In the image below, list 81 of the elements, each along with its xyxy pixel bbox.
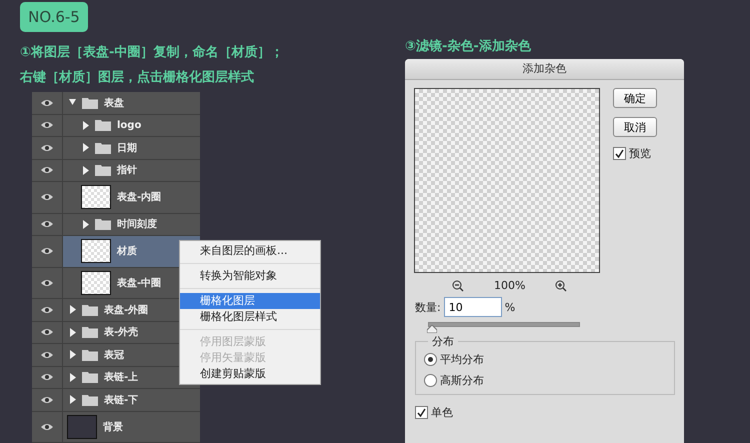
checkbox[interactable] xyxy=(415,406,428,419)
folder-icon xyxy=(82,96,98,109)
layer-thumbnail xyxy=(81,270,111,295)
expand-caret-icon[interactable] xyxy=(69,305,76,314)
eye-icon[interactable] xyxy=(41,166,53,174)
monochrome-checkbox[interactable]: 单色 xyxy=(415,405,684,420)
folder-icon xyxy=(82,304,98,316)
layer-name: 表链-上 xyxy=(104,370,138,384)
unit-label: % xyxy=(504,300,516,314)
radio-option[interactable]: 高斯分布 xyxy=(424,373,666,388)
expand-caret-icon[interactable] xyxy=(69,395,76,404)
expand-caret-icon[interactable] xyxy=(82,166,89,175)
folder-icon xyxy=(95,164,111,176)
zoom-in-icon[interactable] xyxy=(555,280,568,292)
expand-caret-icon[interactable] xyxy=(82,143,89,152)
step-badge: NO.6-5 xyxy=(20,2,88,32)
expand-caret-icon[interactable] xyxy=(69,350,76,360)
dialog-button[interactable]: 确定 xyxy=(613,88,657,108)
eye-icon[interactable] xyxy=(41,98,53,107)
layer-thumbnail xyxy=(67,414,97,439)
checkbox[interactable] xyxy=(613,147,626,160)
dialog-button[interactable]: 取消 xyxy=(613,117,657,137)
layer-row[interactable]: 表链-下 xyxy=(32,389,200,412)
expand-caret-icon[interactable] xyxy=(69,98,76,108)
layer-row[interactable]: 背景 xyxy=(32,412,200,443)
layer-row[interactable]: 指针 xyxy=(32,160,200,182)
layer-name: 表链-下 xyxy=(104,394,138,407)
step-text: ①将图层［表盘-中圈］复制，命名［材质］； xyxy=(20,44,284,62)
layer-row[interactable]: 日期 xyxy=(32,137,200,160)
expand-caret-icon[interactable] xyxy=(69,328,76,337)
preview-checkbox[interactable]: 预览 xyxy=(613,146,657,161)
layer-name: 日期 xyxy=(117,142,137,155)
layer-name: 表盘-中圈 xyxy=(117,276,162,290)
eye-icon[interactable] xyxy=(41,278,53,287)
eye-icon[interactable] xyxy=(41,396,53,404)
group-title: 分布 xyxy=(428,334,458,349)
eye-icon[interactable] xyxy=(41,220,53,228)
menu-item[interactable]: 栅格化图层 xyxy=(180,293,320,309)
expand-caret-icon[interactable] xyxy=(82,220,89,229)
folder-icon xyxy=(82,371,98,384)
eye-icon[interactable] xyxy=(41,350,53,359)
folder-icon xyxy=(95,142,111,154)
step-text: ③滤镜-杂色-添加杂色 xyxy=(405,38,532,56)
eye-icon[interactable] xyxy=(41,247,53,256)
layer-name: 指针 xyxy=(117,164,137,178)
folder-icon xyxy=(82,394,98,406)
layer-name: 表盘 xyxy=(104,96,124,110)
folder-icon xyxy=(82,326,98,338)
radio-option[interactable]: 平均分布 xyxy=(424,352,666,367)
layer-row[interactable]: logo xyxy=(32,114,200,137)
layer-name: 表冠 xyxy=(104,348,124,362)
eye-icon[interactable] xyxy=(41,121,53,130)
eye-icon[interactable] xyxy=(41,144,53,152)
layer-name: 时间刻度 xyxy=(117,217,157,232)
layer-thumbnail xyxy=(81,185,111,210)
amount-field[interactable]: 10 xyxy=(444,297,502,317)
folder-icon xyxy=(95,119,111,132)
layer-row[interactable]: 表盘 xyxy=(32,92,200,114)
layer-name: 表盘-外圈 xyxy=(104,304,148,317)
step-text: 右键［材质］图层，点击栅格化图层样式 xyxy=(20,69,255,87)
eye-icon[interactable] xyxy=(41,373,53,382)
layer-name: 材质 xyxy=(117,244,137,258)
amount-label: 数量: xyxy=(415,300,441,314)
layer-name: logo xyxy=(117,120,142,131)
eye-icon[interactable] xyxy=(41,306,53,314)
dialog-title: 添加杂色 xyxy=(405,59,684,80)
eye-icon[interactable] xyxy=(41,193,53,202)
eye-icon[interactable] xyxy=(41,328,53,336)
eye-icon[interactable] xyxy=(41,422,53,431)
layer-name: 表盘-内圈 xyxy=(117,190,162,204)
folder-icon xyxy=(82,348,98,361)
layer-name: 表-外壳 xyxy=(104,326,138,340)
zoom-out-icon[interactable] xyxy=(452,280,464,292)
expand-caret-icon[interactable] xyxy=(69,372,76,382)
zoom-level: 100% xyxy=(494,279,526,292)
layer-thumbnail xyxy=(81,239,111,264)
layer-row[interactable]: 表盘-内圈 xyxy=(32,182,200,214)
layer-name: 背景 xyxy=(103,420,123,434)
layer-row[interactable]: 时间刻度 xyxy=(32,214,200,236)
expand-caret-icon[interactable] xyxy=(82,120,89,130)
folder-icon xyxy=(95,218,111,230)
